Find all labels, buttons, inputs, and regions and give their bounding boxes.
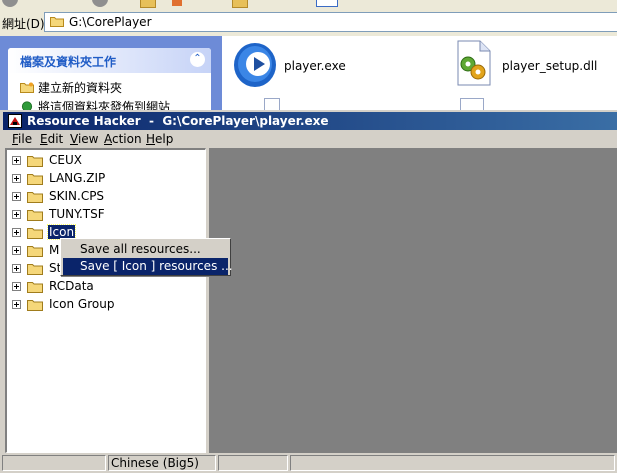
context-menu: Save all resources... Save [ Icon ] reso… xyxy=(60,238,233,276)
views-icon[interactable] xyxy=(316,0,338,7)
expand-plus-icon[interactable] xyxy=(12,156,21,165)
menu-bar: File Edit View Action Help xyxy=(3,130,617,149)
menu-help-mnemonic: H xyxy=(146,132,156,146)
address-label: 網址(D) xyxy=(2,17,45,31)
app-icon xyxy=(8,114,22,128)
tree-node-label: LANG.ZIP xyxy=(49,171,106,185)
menu-help-rest: elp xyxy=(155,132,174,146)
back-button-icon[interactable] xyxy=(2,0,18,7)
tree-node-label: RCData xyxy=(49,279,94,293)
forward-button-icon[interactable] xyxy=(92,0,108,7)
status-cell-empty xyxy=(290,455,615,471)
folder-icon xyxy=(27,300,43,311)
up-folder-icon[interactable] xyxy=(140,0,156,8)
status-cell-empty xyxy=(2,455,106,471)
tree-node-rcdata[interactable]: RCData xyxy=(7,278,202,296)
menu-save-icon-resources[interactable]: Save [ Icon ] resources ... xyxy=(63,258,233,275)
expand-plus-icon[interactable] xyxy=(12,300,21,309)
resource-hacker-window: Resource Hacker - G:\CorePlayer\player.e… xyxy=(0,110,617,473)
expand-plus-icon[interactable] xyxy=(12,174,21,183)
address-value: G:\CorePlayer xyxy=(69,15,152,29)
collapse-chevron-icon[interactable]: ⌃ xyxy=(190,52,205,67)
file-label: player_setup.dll xyxy=(502,59,598,73)
menu-file-rest: ile xyxy=(18,132,33,146)
expand-plus-icon[interactable] xyxy=(12,282,21,291)
status-bar: Chinese (Big5) xyxy=(0,453,617,473)
search-icon[interactable] xyxy=(172,0,182,6)
folders-icon[interactable] xyxy=(232,0,248,8)
menu-edit-rest: dit xyxy=(47,132,64,146)
file-label: player.exe xyxy=(284,59,346,73)
folder-icon xyxy=(27,156,43,167)
tree-node-label: SKIN.CPS xyxy=(49,189,105,203)
expand-plus-icon[interactable] xyxy=(12,210,21,219)
task-new-folder-label: 建立新的資料夾 xyxy=(38,81,123,95)
tree-node-lang-zip[interactable]: LANG.ZIP xyxy=(7,170,202,188)
menu-view-rest: iew xyxy=(77,132,99,146)
menu-view[interactable]: View xyxy=(70,132,98,146)
menu-edit-mnemonic: E xyxy=(40,132,48,146)
tasks-panel-title: 檔案及資料夾工作 xyxy=(20,55,117,69)
file-player-exe[interactable]: player.exe xyxy=(232,40,382,90)
menu-view-mnemonic: V xyxy=(70,132,78,146)
task-new-folder[interactable]: 建立新的資料夾 xyxy=(20,79,122,96)
menu-help[interactable]: Help xyxy=(146,132,173,146)
expand-plus-icon[interactable] xyxy=(12,192,21,201)
tree-node-label: TUNY.TSF xyxy=(49,207,105,221)
tree-node-icon-group[interactable]: Icon Group xyxy=(7,296,202,314)
tree-node-ceux[interactable]: CEUX xyxy=(7,152,202,170)
tree-node-skin-cps[interactable]: SKIN.CPS xyxy=(7,188,202,206)
menu-save-all-resources[interactable]: Save all resources... xyxy=(63,241,228,258)
new-folder-icon xyxy=(20,82,34,93)
tree-node-label: Icon Group xyxy=(49,297,115,311)
menu-edit[interactable]: Edit xyxy=(40,132,63,146)
menu-action-rest: ction xyxy=(112,132,142,146)
tasks-panel-header[interactable]: 檔案及資料夾工作 ⌃ xyxy=(8,48,211,73)
resource-view-pane xyxy=(209,148,617,453)
expand-plus-icon[interactable] xyxy=(12,246,21,255)
address-bar: 網址(D) G:\CorePlayer xyxy=(0,11,617,35)
status-cell-empty xyxy=(218,455,288,471)
media-player-icon xyxy=(234,43,276,87)
expand-plus-icon[interactable] xyxy=(12,228,21,237)
folder-icon xyxy=(27,192,43,203)
folder-icon xyxy=(27,174,43,185)
menu-action-mnemonic: A xyxy=(104,132,112,146)
tasks-panel: 檔案及資料夾工作 ⌃ 建立新的資料夾 將這個資料夾發佈到網站 xyxy=(8,48,211,118)
folder-icon xyxy=(27,282,43,293)
resource-tree[interactable]: CEUX LANG.ZIP SKIN.CPS TUNY.TSF Icon Me xyxy=(5,148,206,453)
status-encoding: Chinese (Big5) xyxy=(108,455,216,471)
file-player-setup-dll[interactable]: player_setup.dll xyxy=(456,40,606,90)
menu-action[interactable]: Action xyxy=(104,132,142,146)
tree-node-tuny-tsf[interactable]: TUNY.TSF xyxy=(7,206,202,224)
tree-node-label-selected: Icon xyxy=(46,224,77,240)
title-bar[interactable]: Resource Hacker - G:\CorePlayer\player.e… xyxy=(3,112,617,130)
address-input[interactable]: G:\CorePlayer xyxy=(44,12,617,32)
folder-icon xyxy=(27,228,43,239)
folder-icon xyxy=(27,246,43,257)
folder-icon xyxy=(27,264,43,275)
dll-gear-icon xyxy=(457,40,491,86)
folder-icon xyxy=(27,210,43,221)
menu-file[interactable]: File xyxy=(12,132,32,146)
tasks-pane: 檔案及資料夾工作 ⌃ 建立新的資料夾 將這個資料夾發佈到網站 xyxy=(0,36,222,118)
explorer-toolbar xyxy=(0,0,617,10)
expand-plus-icon[interactable] xyxy=(12,264,21,273)
tree-node-label: CEUX xyxy=(49,153,82,167)
folder-icon xyxy=(50,17,64,27)
explorer-content: 檔案及資料夾工作 ⌃ 建立新的資料夾 將這個資料夾發佈到網站 player.ex… xyxy=(0,36,617,118)
window-title: Resource Hacker - G:\CorePlayer\player.e… xyxy=(27,114,329,128)
